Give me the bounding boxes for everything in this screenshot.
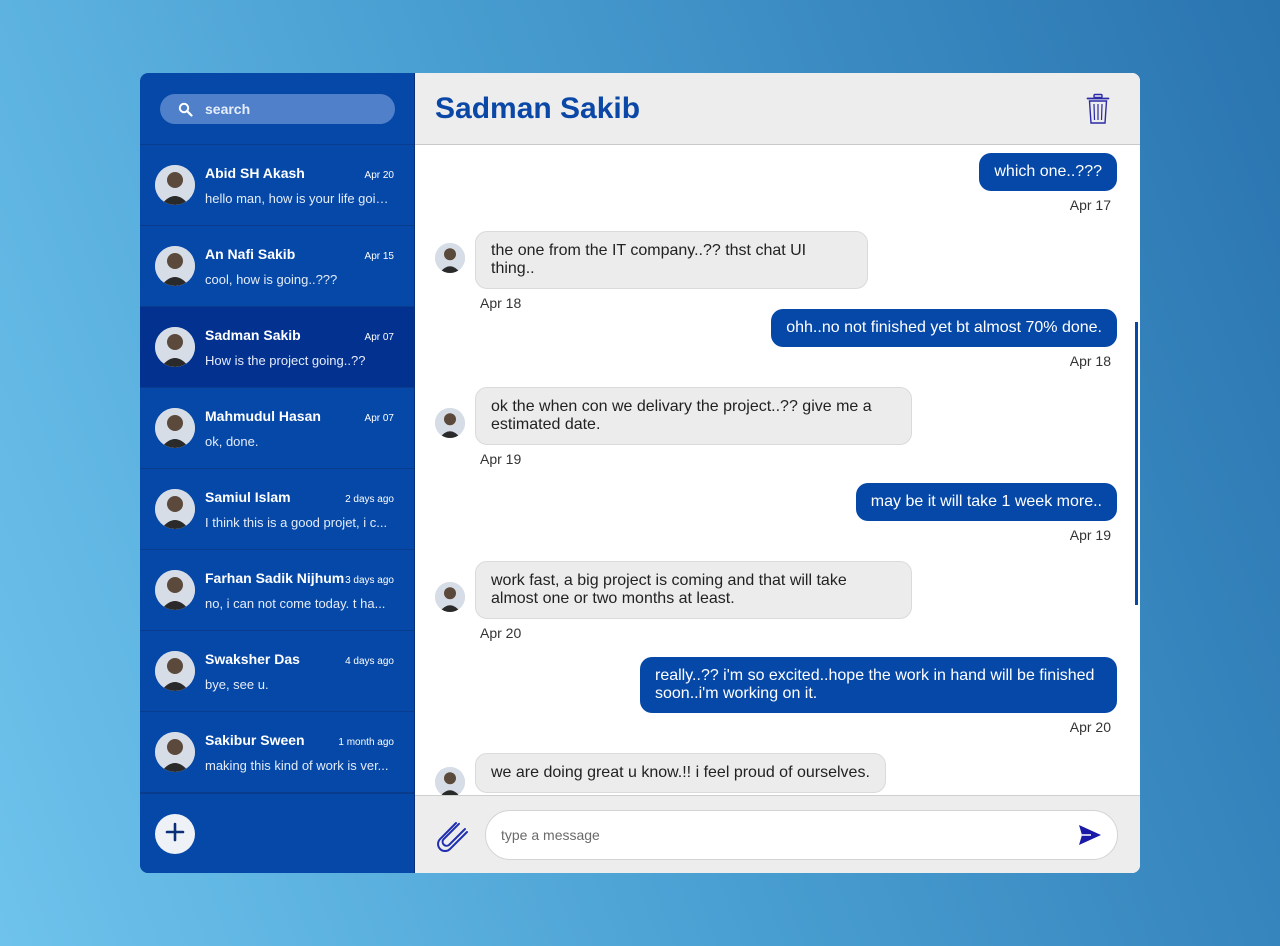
avatar <box>155 489 195 529</box>
chat-panel: Sadman Sakib which one..??? Apr 17 the o… <box>415 73 1140 873</box>
contact-time: Apr 07 <box>364 331 394 343</box>
add-contact-button[interactable] <box>155 814 195 854</box>
contact-item[interactable]: Sakibur Sween 1 month ago making this ki… <box>140 712 414 793</box>
message-input[interactable] <box>501 827 1078 843</box>
message-date: Apr 20 <box>1069 719 1111 735</box>
sidebar: search Abid SH Akash Apr 20 hello man, h… <box>140 73 415 873</box>
message-date: Apr 17 <box>1069 197 1111 213</box>
contact-item[interactable]: An Nafi Sakib Apr 15 cool, how is going.… <box>140 226 414 307</box>
contact-time: Apr 20 <box>364 169 394 181</box>
message-bubble: ok the when con we delivary the project.… <box>475 387 912 445</box>
avatar <box>155 246 195 286</box>
contact-time: Apr 07 <box>364 412 394 424</box>
trash-icon[interactable] <box>1086 93 1110 125</box>
search-input[interactable]: search <box>160 94 395 124</box>
message-date: Apr 18 <box>1069 353 1111 369</box>
contact-item-active[interactable]: Sadman Sakib Apr 07 How is the project g… <box>140 307 414 388</box>
contact-item[interactable]: Abid SH Akash Apr 20 hello man, how is y… <box>140 145 414 226</box>
send-icon[interactable] <box>1078 824 1102 846</box>
sidebar-footer <box>140 793 414 873</box>
chat-app: search Abid SH Akash Apr 20 hello man, h… <box>140 73 1140 873</box>
message-bubble: work fast, a big project is coming and t… <box>475 561 912 619</box>
paperclip-icon[interactable] <box>435 820 471 852</box>
contact-item[interactable]: Farhan Sadik Nijhum 3 days ago no, i can… <box>140 550 414 631</box>
contact-name: Sadman Sakib <box>205 326 301 343</box>
message-bubble: really..?? i'm so excited..hope the work… <box>640 657 1117 713</box>
contact-preview: bye, see u. <box>205 676 269 692</box>
search-icon <box>178 102 193 117</box>
contact-time: 3 days ago <box>345 574 394 586</box>
contact-item[interactable]: Mahmudul Hasan Apr 07 ok, done. <box>140 388 414 469</box>
message-outgoing: may be it will take 1 week more.. Apr 19 <box>855 483 1117 543</box>
contact-name: Mahmudul Hasan <box>205 407 321 424</box>
chat-header: Sadman Sakib <box>415 73 1140 145</box>
contact-preview: no, i can not come today. t ha... <box>205 595 386 611</box>
avatar <box>155 570 195 610</box>
contact-name: Farhan Sadik Nijhum <box>205 569 345 586</box>
contact-item[interactable]: Samiul Islam 2 days ago I think this is … <box>140 469 414 550</box>
contact-preview: How is the project going..?? <box>205 352 366 368</box>
contact-time: 2 days ago <box>345 493 394 505</box>
message-input-wrapper <box>485 810 1118 860</box>
contact-name: Abid SH Akash <box>205 164 305 181</box>
message-list[interactable]: which one..??? Apr 17 the one from the I… <box>415 145 1140 795</box>
contact-preview: I think this is a good projet, i c... <box>205 514 388 530</box>
avatar <box>155 165 195 205</box>
message-bubble: which one..??? <box>979 153 1117 191</box>
search-placeholder: search <box>205 101 251 117</box>
message-incoming: we are doing great u know.!! i feel prou… <box>435 753 886 795</box>
contact-name: Sakibur Sween <box>205 731 305 748</box>
contact-name: Swaksher Das <box>205 650 300 667</box>
avatar <box>435 243 465 273</box>
contact-item[interactable]: Swaksher Das 4 days ago bye, see u. <box>140 631 414 712</box>
contact-time: Apr 15 <box>364 250 394 262</box>
message-date: Apr 19 <box>480 451 522 467</box>
contact-time: 4 days ago <box>345 655 394 667</box>
message-bubble: ohh..no not finished yet bt almost 70% d… <box>771 309 1117 347</box>
search-area: search <box>140 73 414 145</box>
contact-name: Samiul Islam <box>205 488 291 505</box>
avatar <box>155 408 195 448</box>
composer <box>415 795 1140 873</box>
avatar <box>155 327 195 367</box>
message-outgoing: really..?? i'm so excited..hope the work… <box>640 657 1117 735</box>
message-bubble: the one from the IT company..?? thst cha… <box>475 231 868 289</box>
scrollbar-thumb[interactable] <box>1135 322 1138 605</box>
add-icon <box>165 822 185 847</box>
message-incoming: the one from the IT company..?? thst cha… <box>435 231 868 311</box>
message-date: Apr 20 <box>480 625 522 641</box>
avatar <box>155 732 195 772</box>
message-bubble: we are doing great u know.!! i feel prou… <box>475 753 886 793</box>
avatar <box>155 651 195 691</box>
message-outgoing: ohh..no not finished yet bt almost 70% d… <box>771 309 1117 369</box>
avatar <box>435 767 465 795</box>
message-incoming: ok the when con we delivary the project.… <box>435 387 912 467</box>
message-bubble: may be it will take 1 week more.. <box>855 483 1117 521</box>
avatar <box>435 408 465 438</box>
message-date: Apr 19 <box>1069 527 1111 543</box>
message-incoming: work fast, a big project is coming and t… <box>435 561 912 641</box>
avatar <box>435 582 465 612</box>
message-outgoing: which one..??? Apr 17 <box>979 153 1117 213</box>
contact-preview: making this kind of work is ver... <box>205 757 389 773</box>
contact-preview: cool, how is going..??? <box>205 271 338 287</box>
chat-title: Sadman Sakib <box>435 91 641 125</box>
contact-preview: hello man, how is your life going... <box>205 190 390 206</box>
contact-list: Abid SH Akash Apr 20 hello man, how is y… <box>140 145 414 793</box>
contact-time: 1 month ago <box>338 736 394 748</box>
contact-name: An Nafi Sakib <box>205 245 296 262</box>
contact-preview: ok, done. <box>205 433 259 449</box>
